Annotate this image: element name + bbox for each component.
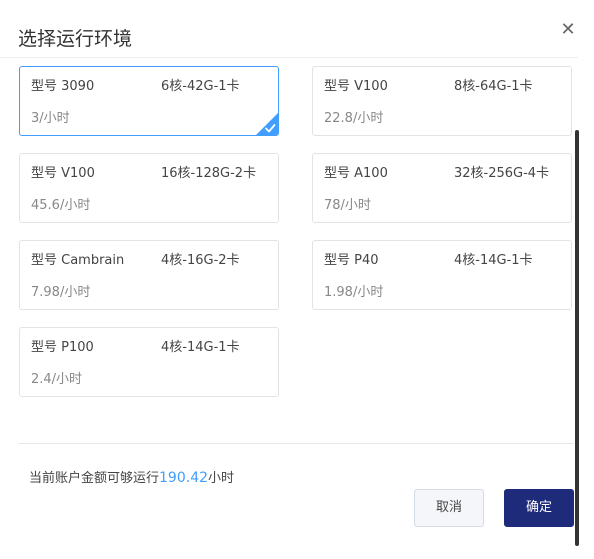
environment-spec: 4核-14G-1卡 (454, 253, 533, 268)
environment-price: 2.4/小时 (31, 372, 83, 387)
balance-info: 当前账户金额可够运行190.42小时 (29, 469, 234, 488)
environment-spec: 16核-128G-2卡 (161, 166, 257, 181)
confirm-button[interactable]: 确定 (504, 489, 574, 527)
environment-model: 型号 V100 (31, 166, 95, 181)
footer-divider (18, 443, 574, 444)
environment-model: 型号 P40 (324, 253, 379, 268)
environment-price: 45.6/小时 (31, 198, 91, 213)
environment-price: 3/小时 (31, 111, 70, 126)
environment-spec: 4核-14G-1卡 (161, 340, 240, 355)
header-divider (0, 57, 578, 58)
balance-amount: 190.42 (159, 470, 209, 486)
environment-spec: 32核-256G-4卡 (454, 166, 550, 181)
environment-model: 型号 A100 (324, 166, 388, 181)
environment-model: 型号 V100 (324, 79, 388, 94)
environment-spec: 4核-16G-2卡 (161, 253, 240, 268)
check-icon (265, 124, 276, 133)
close-icon[interactable]: ✕ (559, 21, 577, 39)
environment-price: 7.98/小时 (31, 285, 91, 300)
environment-card-2[interactable]: 型号 V100 8核-64G-1卡 22.8/小时 (312, 66, 572, 136)
environment-model: 型号 P100 (31, 340, 94, 355)
environment-spec: 8核-64G-1卡 (454, 79, 533, 94)
scrollbar-thumb[interactable] (575, 130, 579, 546)
environment-spec: 6核-42G-1卡 (161, 79, 240, 94)
cancel-button[interactable]: 取消 (414, 489, 484, 527)
environment-price: 78/小时 (324, 198, 371, 213)
environment-price: 22.8/小时 (324, 111, 384, 126)
environment-card-3[interactable]: 型号 V100 16核-128G-2卡 45.6/小时 (19, 153, 279, 223)
environment-card-5[interactable]: 型号 Cambrain 4核-16G-2卡 7.98/小时 (19, 240, 279, 310)
environment-model: 型号 Cambrain (31, 253, 125, 268)
environment-price: 1.98/小时 (324, 285, 384, 300)
environment-model: 型号 3090 (31, 79, 95, 94)
environment-card-7[interactable]: 型号 P100 4核-14G-1卡 2.4/小时 (19, 327, 279, 397)
environment-card-4[interactable]: 型号 A100 32核-256G-4卡 78/小时 (312, 153, 572, 223)
dialog-title: 选择运行环境 (18, 28, 133, 50)
environment-card-6[interactable]: 型号 P40 4核-14G-1卡 1.98/小时 (312, 240, 572, 310)
balance-prefix: 当前账户金额可够运行 (29, 471, 160, 486)
select-environment-dialog: 选择运行环境 ✕ 型号 3090 6核-42G-1卡 3/小时 型号 V100 … (0, 0, 594, 559)
balance-suffix: 小时 (208, 471, 235, 486)
environment-card-1[interactable]: 型号 3090 6核-42G-1卡 3/小时 (19, 66, 279, 136)
